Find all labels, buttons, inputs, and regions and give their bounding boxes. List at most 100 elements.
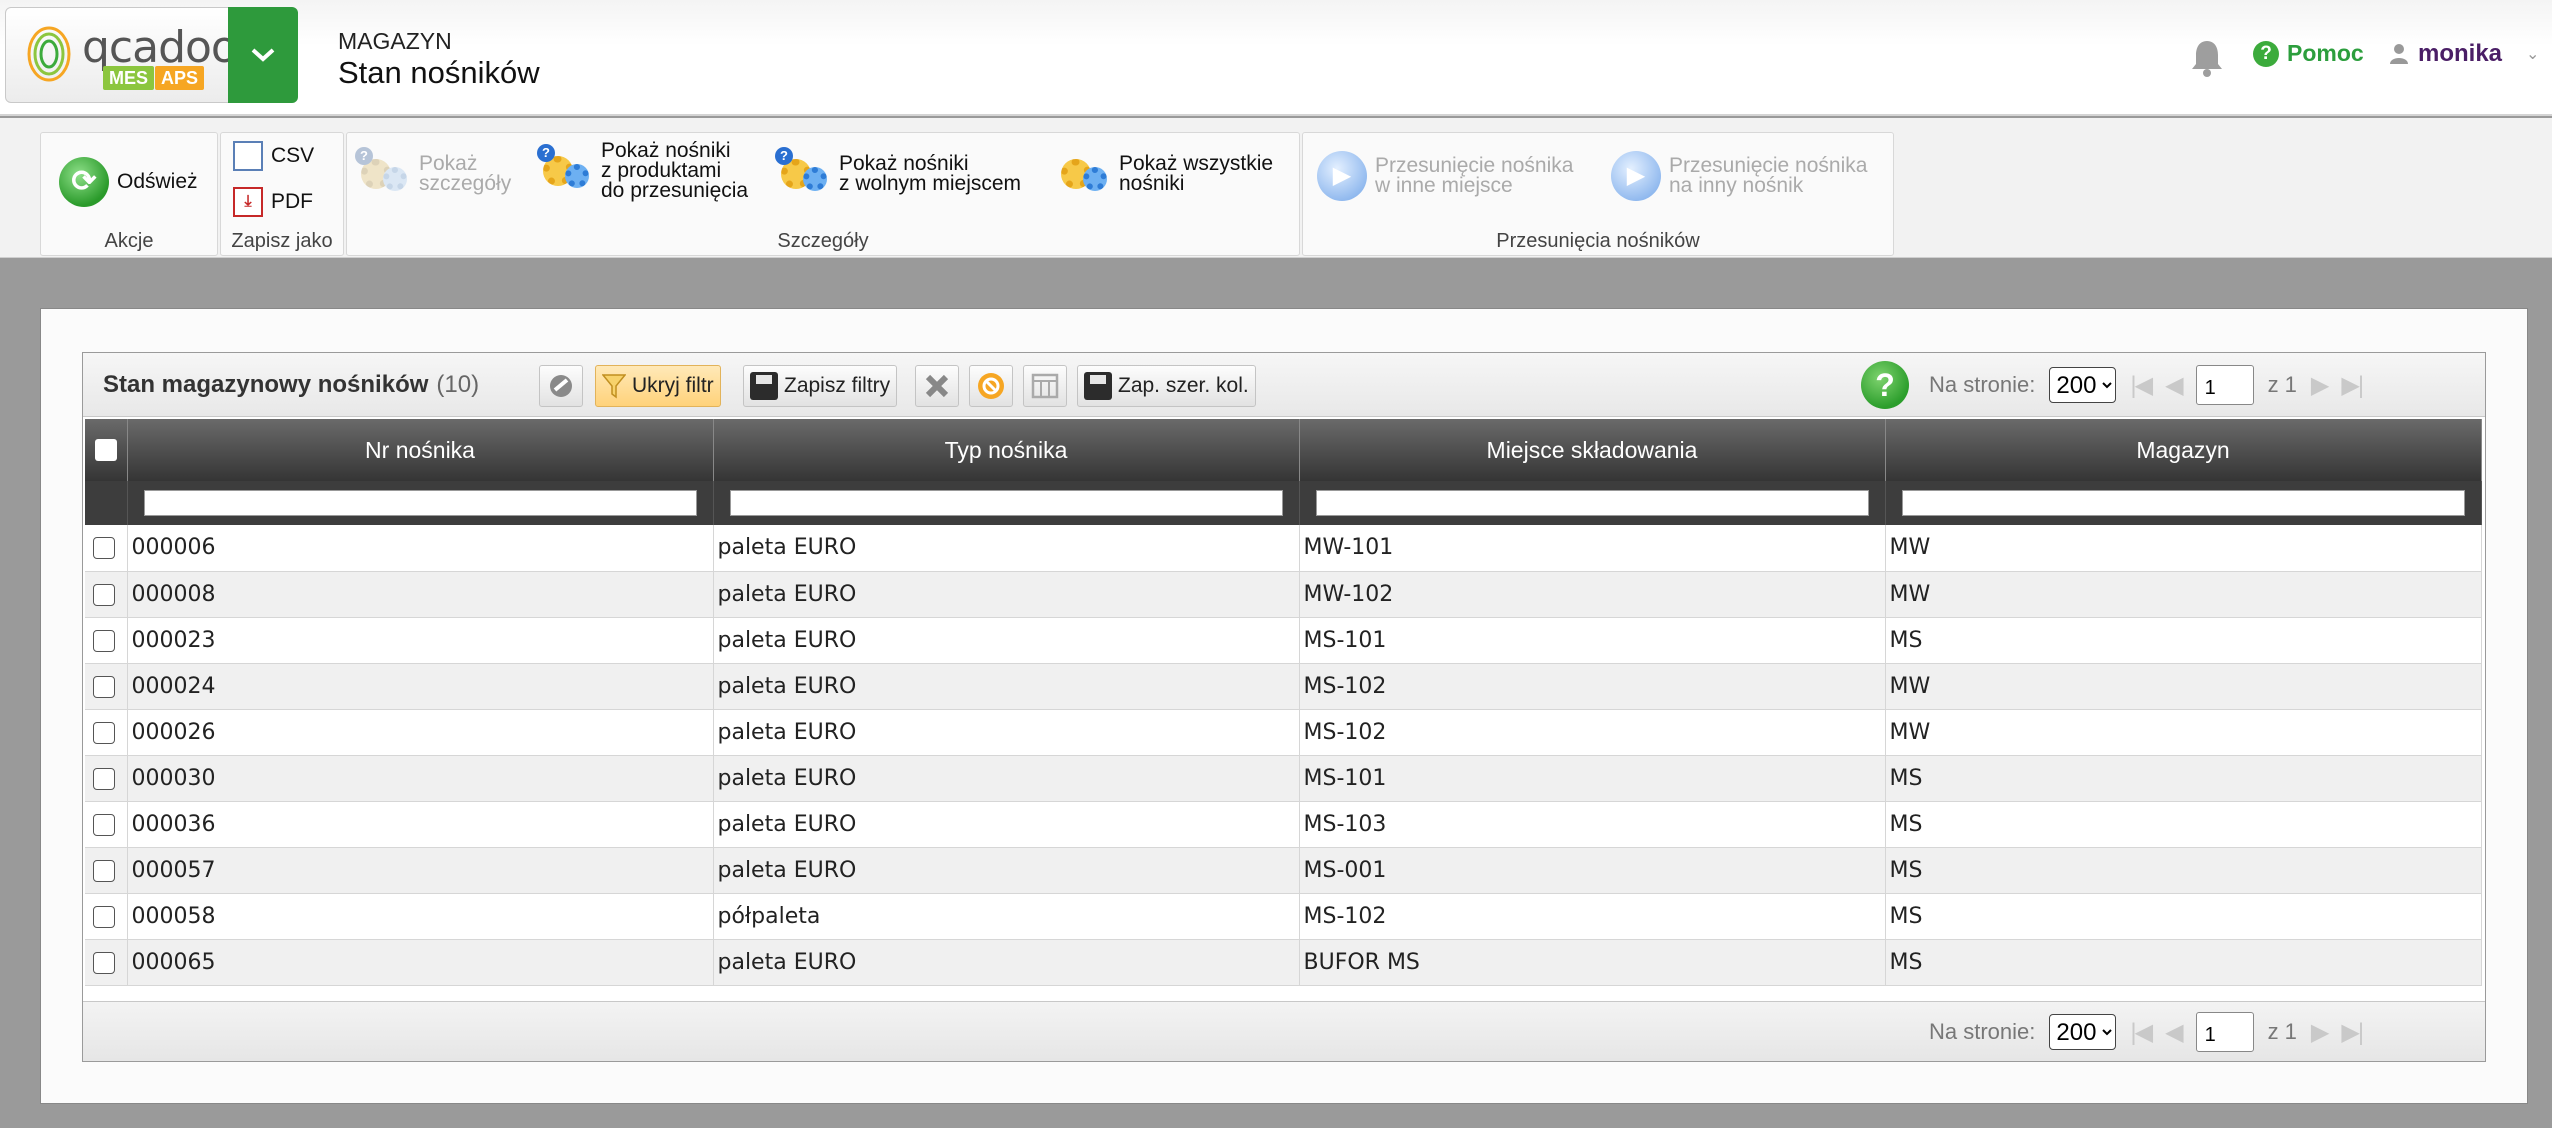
last-page-icon[interactable]: ▶| — [2341, 1018, 2364, 1047]
refresh-button[interactable]: ⟳ Odśwież — [59, 157, 198, 207]
filter-input-type[interactable] — [729, 490, 1283, 516]
filter-input-location[interactable] — [1315, 490, 1869, 516]
table-row[interactable]: 000057 paleta EURO MS-001 MS — [85, 847, 2482, 894]
clear-filter-button[interactable] — [969, 365, 1013, 407]
page-number-input[interactable] — [2195, 365, 2254, 405]
save-filters-button[interactable]: Zapisz filtry — [743, 365, 898, 407]
gears-icon: ? — [537, 144, 593, 196]
first-page-icon[interactable]: |◀ — [2130, 1018, 2153, 1047]
cell-storage-location: MS-103 — [1299, 801, 1886, 848]
row-checkbox[interactable] — [93, 721, 115, 744]
first-page-icon[interactable]: |◀ — [2130, 371, 2153, 400]
filter-row — [85, 481, 2482, 525]
delete-x-icon — [925, 374, 949, 398]
select-all-checkbox[interactable] — [94, 439, 117, 461]
table-row[interactable]: 000023 paleta EURO MS-101 MS — [85, 617, 2482, 664]
refresh-icon: ⟳ — [59, 157, 109, 207]
row-checkbox[interactable] — [93, 629, 115, 652]
cell-storage-location: BUFOR MS — [1299, 939, 1886, 986]
table-row[interactable]: 000006 paleta EURO MW-101 MW — [85, 525, 2482, 572]
prev-page-icon[interactable]: ◀ — [2165, 371, 2184, 400]
next-page-icon[interactable]: ▶ — [2311, 1018, 2330, 1047]
table-row[interactable]: 000036 paleta EURO MS-103 MS — [85, 801, 2482, 848]
row-checkbox[interactable] — [93, 675, 115, 698]
row-select-cell[interactable] — [85, 755, 128, 802]
select-all-header[interactable] — [85, 419, 128, 481]
cell-carrier-number: 000006 — [127, 525, 714, 572]
filter-input-warehouse[interactable] — [1901, 490, 2465, 516]
prev-page-icon[interactable]: ◀ — [2165, 1018, 2184, 1047]
row-checkbox[interactable] — [93, 951, 115, 974]
row-select-cell[interactable] — [85, 801, 128, 848]
table-row[interactable]: 000058 półpaleta MS-102 MS — [85, 893, 2482, 940]
row-checkbox[interactable] — [93, 905, 115, 928]
column-header-type[interactable]: Typ nośnika — [713, 419, 1300, 481]
table-row[interactable]: 000065 paleta EURO BUFOR MS MS — [85, 939, 2482, 986]
last-page-icon[interactable]: ▶| — [2341, 371, 2364, 400]
hide-filter-button[interactable]: Ukryj filtr — [595, 365, 721, 407]
column-header-location[interactable]: Miejsce składowania — [1299, 419, 1886, 481]
cell-warehouse: MW — [1885, 709, 2482, 756]
cell-storage-location: MW-102 — [1299, 571, 1886, 618]
row-checkbox[interactable] — [93, 583, 115, 606]
filter-input-nr[interactable] — [143, 490, 697, 516]
column-header-nr[interactable]: Nr nośnika — [127, 419, 714, 481]
row-select-cell[interactable] — [85, 663, 128, 710]
cell-carrier-type: paleta EURO — [713, 801, 1300, 848]
delete-button[interactable] — [915, 365, 959, 407]
per-page-select[interactable]: 200 — [2049, 1014, 2117, 1050]
move-carrier-to-carrier-button[interactable]: ▶ Przesunięcie nośnika na inny nośnik — [1611, 151, 1867, 201]
cell-warehouse: MS — [1885, 801, 2482, 848]
ribbon-group-label: Szczegóły — [777, 230, 869, 252]
row-checkbox[interactable] — [93, 813, 115, 836]
cell-storage-location: MS-101 — [1299, 617, 1886, 664]
row-select-cell[interactable] — [85, 847, 128, 894]
show-carriers-free-space-button[interactable]: ? Pokaż nośniki z wolnym miejscem — [775, 147, 1021, 199]
row-select-cell[interactable] — [85, 939, 128, 986]
cell-warehouse: MS — [1885, 847, 2482, 894]
export-csv-button[interactable]: CSV — [233, 141, 314, 171]
cell-carrier-number: 000057 — [127, 847, 714, 894]
cell-storage-location: MS-102 — [1299, 663, 1886, 710]
save-column-width-button[interactable]: Zap. szer. kol. — [1077, 365, 1256, 407]
bell-icon[interactable] — [2190, 38, 2224, 78]
table-row[interactable]: 000008 paleta EURO MW-102 MW — [85, 571, 2482, 618]
main-menu-button[interactable] — [228, 7, 298, 103]
multisearch-button[interactable] — [539, 365, 583, 407]
column-header-warehouse[interactable]: Magazyn — [1885, 419, 2482, 481]
row-select-cell[interactable] — [85, 571, 128, 618]
top-bar: qcadoo MES APS MAGAZYN Stan nośników ? P… — [0, 0, 2552, 116]
page-number-input[interactable] — [2195, 1012, 2254, 1052]
row-select-cell[interactable] — [85, 525, 128, 572]
grid-title: Stan magazynowy nośników (10) — [103, 371, 479, 399]
cell-carrier-type: paleta EURO — [713, 663, 1300, 710]
table-row[interactable]: 000024 paleta EURO MS-102 MW — [85, 663, 2482, 710]
per-page-select[interactable]: 200 — [2049, 367, 2117, 403]
show-carriers-with-products-button[interactable]: ? Pokaż nośniki z produktami do przesunięc… — [537, 140, 748, 201]
export-pdf-button[interactable]: ⤓ PDF — [233, 187, 313, 217]
app-logo[interactable]: qcadoo MES APS — [5, 7, 238, 103]
table-row[interactable]: 000030 paleta EURO MS-101 MS — [85, 755, 2482, 802]
cell-carrier-number: 000030 — [127, 755, 714, 802]
move-carrier-location-button[interactable]: ▶ Przesunięcie nośnika w inne miejsce — [1317, 151, 1573, 201]
row-select-cell[interactable] — [85, 709, 128, 756]
play-icon: ▶ — [1611, 151, 1661, 201]
next-page-icon[interactable]: ▶ — [2311, 371, 2330, 400]
row-checkbox[interactable] — [93, 767, 115, 790]
row-select-cell[interactable] — [85, 617, 128, 664]
table-row[interactable]: 000026 paleta EURO MS-102 MW — [85, 709, 2482, 756]
help-link[interactable]: ? Pomoc — [2253, 40, 2364, 67]
show-all-carriers-button[interactable]: Pokaż wszystkie nośniki — [1057, 149, 1273, 199]
row-select-cell[interactable] — [85, 893, 128, 940]
table-header-row: Nr nośnika Typ nośnika Miejsce składowan… — [85, 419, 2482, 481]
label-line: na inny nośnik — [1669, 174, 1804, 197]
ribbon-group-label: Akcje — [104, 230, 154, 252]
show-details-button[interactable]: ? Pokaż szczegóły — [355, 147, 511, 199]
row-checkbox[interactable] — [93, 537, 115, 560]
columns-button[interactable] — [1023, 365, 1067, 407]
row-checkbox[interactable] — [93, 859, 115, 882]
cell-carrier-type: paleta EURO — [713, 571, 1300, 618]
grid-help-icon[interactable]: ? — [1861, 361, 1909, 409]
hide-filter-label: Ukryj filtr — [632, 374, 714, 397]
user-menu[interactable]: monika ⌄ — [2390, 40, 2539, 68]
